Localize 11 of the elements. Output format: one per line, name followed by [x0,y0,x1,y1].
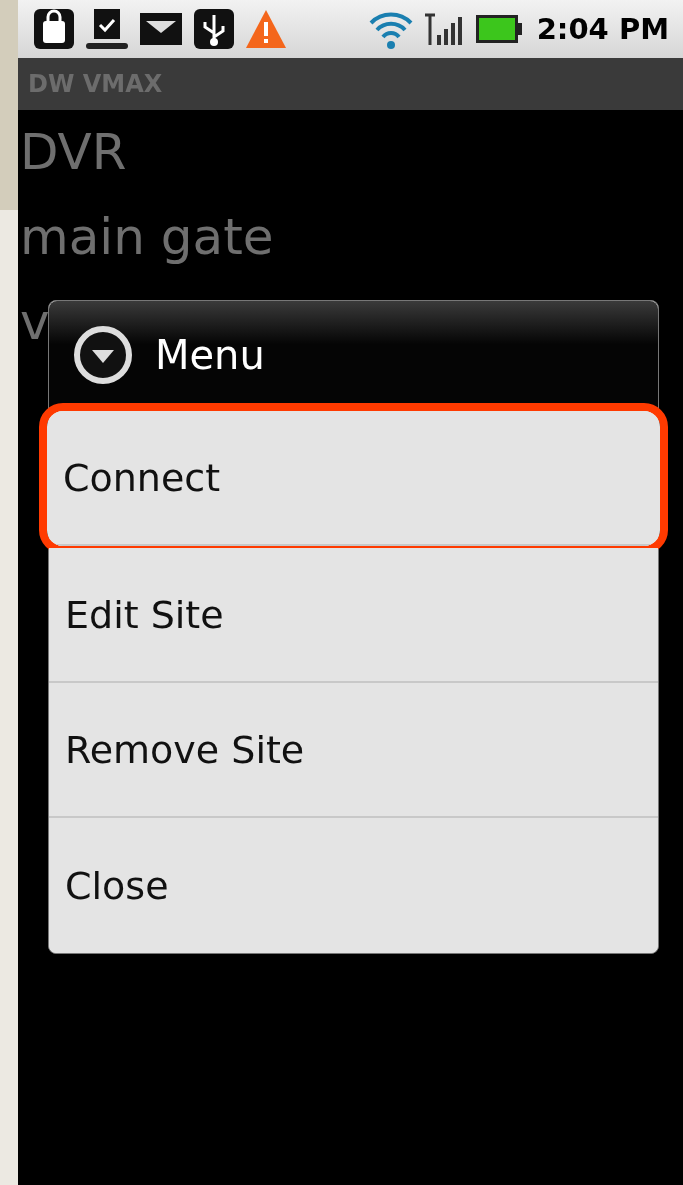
document-check-icon [84,7,130,51]
menu-item[interactable]: Connect [47,411,660,546]
site-list-item[interactable]: DVR [20,110,683,195]
dropdown-circle-icon [73,325,133,385]
menu-item[interactable]: Edit Site [49,548,658,683]
battery-icon [474,14,523,44]
site-list-item[interactable]: main gate [20,195,683,280]
menu-title: Menu [155,332,265,378]
clock-time: 2:04 PM [536,12,669,46]
warning-icon [244,8,288,50]
usb-icon [192,7,236,51]
